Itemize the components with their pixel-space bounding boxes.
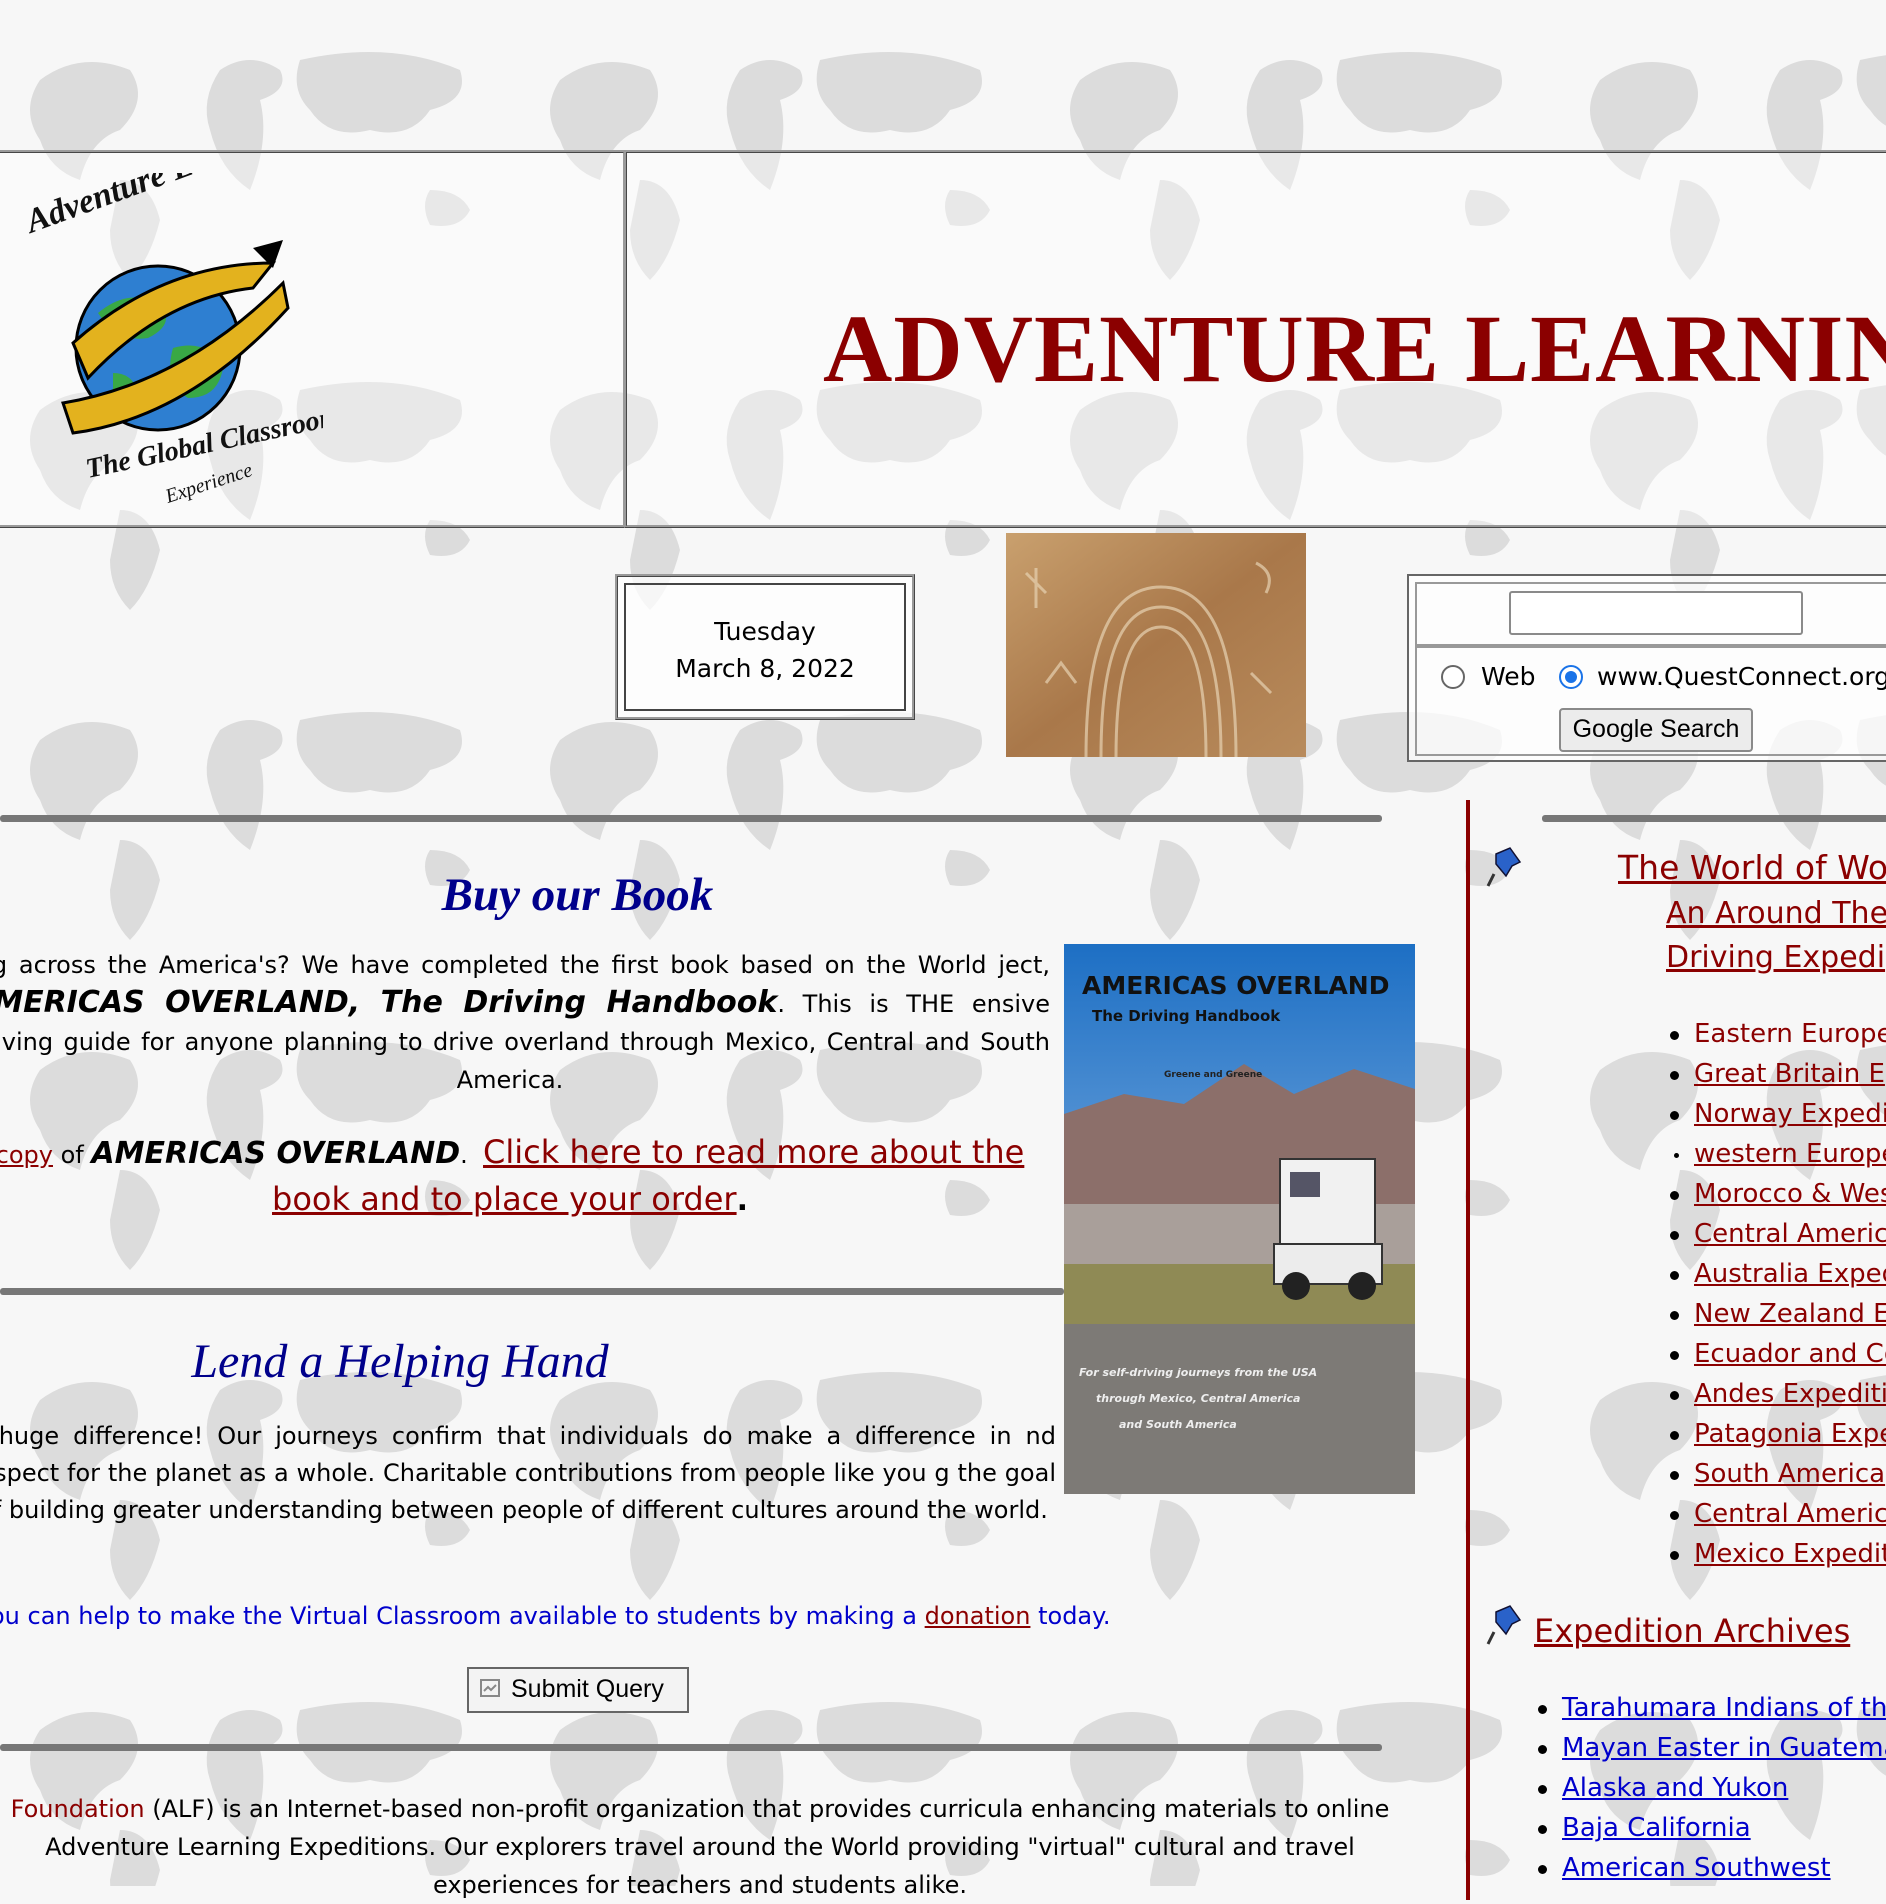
list-item[interactable]: Alaska and Yukon: [1534, 1768, 1886, 1808]
divider: [0, 1744, 1382, 1751]
list-item[interactable]: Norway Expedi: [1666, 1094, 1886, 1134]
logo-text-top: Adventure Learning Foundation: [19, 173, 323, 241]
cover-title: AMERICAS OVERLAND: [1082, 971, 1389, 1000]
list-item[interactable]: Tarahumara Indians of th: [1534, 1688, 1886, 1728]
order-paragraph: copy of AMERICAS OVERLAND. Click here to…: [0, 1130, 1050, 1224]
alf-logo[interactable]: Adventure Learning Foundation The Global…: [3, 173, 323, 513]
google-search-form: Web www.QuestConnect.org Google Search: [1407, 574, 1886, 762]
book-paragraph: ing across the America's? We have comple…: [0, 951, 1050, 1094]
list-item[interactable]: Central Americ: [1666, 1214, 1886, 1254]
list-item[interactable]: Morocco & Wes: [1666, 1174, 1886, 1214]
list-item[interactable]: Baja California: [1534, 1808, 1886, 1848]
divider: [0, 815, 1382, 822]
archives-list: Tarahumara Indians of th Mayan Easter in…: [1534, 1688, 1886, 1888]
sidebar-divider: [1466, 800, 1470, 1900]
list-item[interactable]: Central Americ: [1666, 1494, 1886, 1534]
list-item[interactable]: Australia Exped: [1666, 1254, 1886, 1294]
cover-authors: Greene and Greene: [1164, 1070, 1262, 1080]
cover-subtitle: The Driving Handbook: [1092, 1007, 1281, 1025]
google-search-button[interactable]: Google Search: [1559, 708, 1753, 752]
cover-tagline-1: For self-driving journeys from the USA: [1079, 1366, 1317, 1379]
list-item[interactable]: Patagonia Expe: [1666, 1414, 1886, 1454]
donation-paragraph: ou can help to make the Virtual Classroo…: [0, 1602, 1111, 1630]
divider: [1542, 815, 1886, 822]
list-item[interactable]: Great Britain E: [1666, 1054, 1886, 1094]
world-of-wonders-link[interactable]: The World of Wo: [1618, 848, 1886, 887]
list-item[interactable]: Mayan Easter in Guatema: [1534, 1728, 1886, 1768]
logo-cell: Adventure Learning Foundation The Global…: [0, 150, 626, 528]
submit-query-button[interactable]: Submit Query: [467, 1667, 689, 1713]
list-item[interactable]: Eastern Europe: [1666, 1014, 1886, 1054]
radio-web-label: Web: [1481, 662, 1536, 691]
book-cover-image[interactable]: AMERICAS OVERLAND The Driving Handbook G…: [1064, 944, 1415, 1494]
donate-icon: [480, 1679, 500, 1698]
copy-link[interactable]: copy: [0, 1141, 53, 1169]
radio-questconnect-label: www.QuestConnect.org: [1597, 662, 1886, 691]
expedition-list: Eastern Europe Great Britain E Norway Ex…: [1666, 1014, 1886, 1574]
donation-link[interactable]: donation: [925, 1602, 1031, 1630]
pushpin-icon: [1486, 1605, 1522, 1645]
date-box: Tuesday March 8, 2022: [615, 574, 915, 720]
list-item[interactable]: Ecuador and Co: [1666, 1334, 1886, 1374]
lend-heading: Lend a Helping Hand: [191, 1335, 609, 1388]
driving-expedition-link[interactable]: Driving Expedi: [1666, 936, 1885, 980]
list-item[interactable]: Andes Expediti: [1666, 1374, 1886, 1414]
list-item[interactable]: American Southwest: [1534, 1848, 1886, 1888]
cover-tagline-2: through Mexico, Central America: [1096, 1392, 1300, 1405]
expedition-archives-link[interactable]: Expedition Archives: [1534, 1612, 1850, 1650]
radio-questconnect[interactable]: [1559, 665, 1583, 689]
about-paragraph: Foundation (ALF) is an Internet-based no…: [10, 1795, 1390, 1899]
divider: [0, 1288, 1064, 1295]
radio-web[interactable]: [1441, 665, 1465, 689]
list-item[interactable]: South America: [1666, 1454, 1886, 1494]
buy-book-heading: Buy our Book: [441, 869, 714, 921]
petroglyph-image: [1006, 533, 1306, 757]
search-input[interactable]: [1509, 591, 1803, 635]
site-title: ADVENTURE LEARNIN: [823, 295, 1886, 402]
list-item[interactable]: western Europe: [1666, 1134, 1886, 1174]
title-cell: ADVENTURE LEARNIN: [624, 150, 1886, 528]
alf-link[interactable]: Foundation: [11, 1795, 145, 1823]
list-item[interactable]: New Zealand E: [1666, 1294, 1886, 1334]
lend-paragraph: a huge difference! Our journeys confirm …: [0, 1422, 1056, 1524]
around-the-world-link[interactable]: An Around The: [1666, 892, 1886, 936]
list-item[interactable]: Mexico Expedit: [1666, 1534, 1886, 1574]
cover-tagline-3: and South America: [1119, 1418, 1237, 1431]
pushpin-icon: [1486, 847, 1522, 887]
